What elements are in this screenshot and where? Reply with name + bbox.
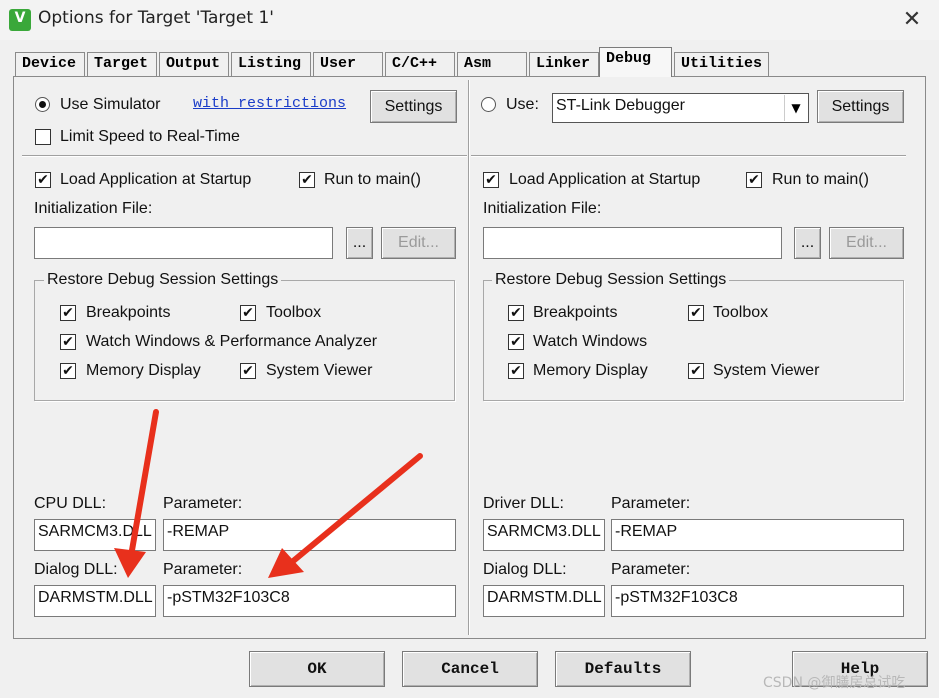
ok-button[interactable]: OK <box>249 651 385 687</box>
annotation-arrows <box>114 409 423 578</box>
red-arrow-right <box>268 453 423 578</box>
defaults-button[interactable]: Defaults <box>555 651 691 687</box>
tab-debug[interactable]: Debug <box>599 47 672 77</box>
watermark: CSDN @御膳房总试吃 <box>763 675 906 691</box>
red-arrow-left <box>114 409 159 578</box>
cancel-button[interactable]: Cancel <box>402 651 538 687</box>
